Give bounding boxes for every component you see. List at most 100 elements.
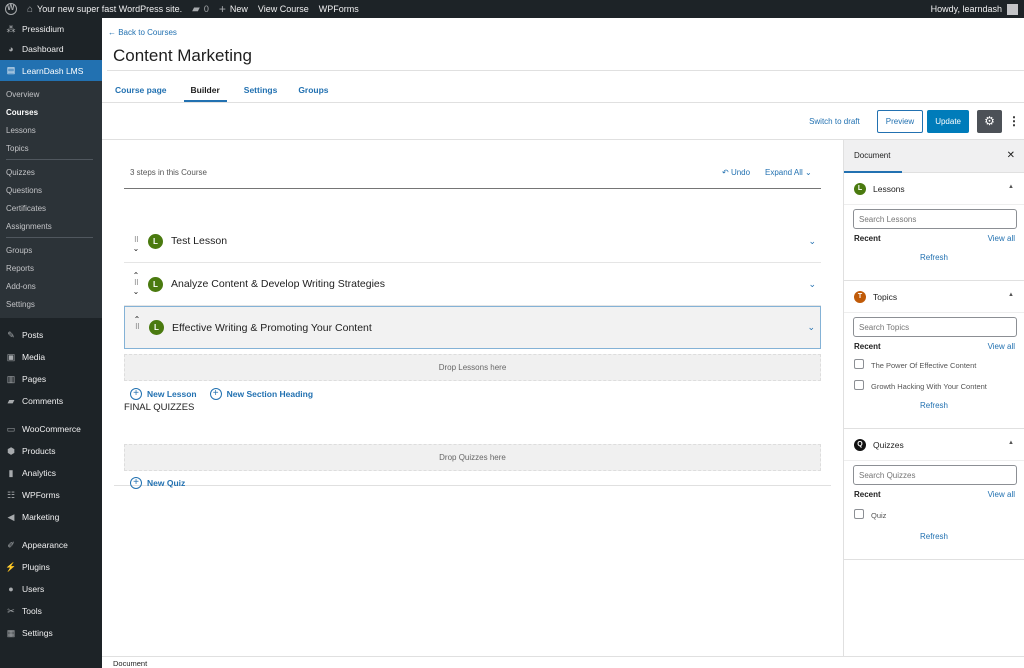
new-lesson-button[interactable]: + New Lesson bbox=[130, 388, 197, 400]
update-button[interactable]: Update bbox=[927, 109, 969, 133]
comments-link[interactable]: ▰ 0 bbox=[187, 0, 214, 18]
move-up-icon[interactable]: ⌃ bbox=[134, 315, 141, 324]
more-options-button[interactable]: ⋮ bbox=[1007, 114, 1021, 128]
settings-toggle-button[interactable]: ⚙ bbox=[977, 109, 1002, 133]
sidebar-item-users[interactable]: ● Users bbox=[0, 578, 102, 600]
expand-all-button[interactable]: Expand All ⌄ bbox=[765, 168, 812, 177]
back-to-courses-link[interactable]: ← Back to Courses bbox=[108, 28, 177, 37]
view-all-quizzes-link[interactable]: View all bbox=[988, 490, 1015, 499]
checkbox[interactable] bbox=[854, 380, 864, 390]
sidebar-item-woocommerce[interactable]: ▭ WooCommerce bbox=[0, 418, 102, 440]
drag-handle-icon[interactable]: ⠿ bbox=[135, 324, 140, 332]
new-quiz-button[interactable]: + New Quiz bbox=[130, 477, 185, 489]
sidebar-item-media[interactable]: ▣ Media bbox=[0, 346, 102, 368]
topics-panel-toggle[interactable]: T Topics ▲ bbox=[844, 281, 1024, 313]
comment-icon: ▰ bbox=[7, 395, 15, 406]
sidebar-item-pages[interactable]: ▥ Pages bbox=[0, 368, 102, 390]
tab-settings[interactable]: Settings bbox=[244, 78, 278, 100]
submenu-quizzes[interactable]: Quizzes bbox=[0, 163, 102, 181]
refresh-lessons-link[interactable]: Refresh bbox=[850, 243, 1018, 280]
switch-to-draft-button[interactable]: Switch to draft bbox=[809, 117, 860, 126]
lesson-title[interactable]: Analyze Content & Develop Writing Strate… bbox=[171, 278, 808, 290]
chevron-down-icon[interactable]: ⌄ bbox=[808, 279, 816, 290]
media-icon: ▣ bbox=[6, 351, 16, 362]
quizzes-panel-toggle[interactable]: Q Quizzes ▲ bbox=[844, 429, 1024, 461]
checkbox[interactable] bbox=[854, 359, 864, 369]
recent-label: Recent bbox=[854, 234, 881, 243]
new-content-link[interactable]: + New bbox=[214, 0, 253, 18]
submenu-topics[interactable]: Topics bbox=[0, 139, 102, 157]
topic-item[interactable]: The Power Of Effective Content bbox=[854, 359, 1015, 372]
lessons-panel-toggle[interactable]: L Lessons ▲ bbox=[844, 173, 1024, 205]
chevron-down-icon[interactable]: ⌄ bbox=[808, 236, 816, 247]
sidebar-item-pressidium[interactable]: ⁂ Pressidium bbox=[0, 20, 102, 38]
editor-main: ← Back to Courses Content Marketing Cour… bbox=[102, 18, 1024, 668]
sidebar-item-dashboard[interactable]: ◕ Dashboard bbox=[0, 38, 102, 60]
gear-icon: ⚙ bbox=[984, 114, 995, 128]
brush-icon: ✐ bbox=[7, 539, 15, 550]
pin-icon: ✎ bbox=[7, 329, 15, 340]
search-lessons-input[interactable] bbox=[853, 209, 1017, 229]
close-icon[interactable]: ✕ bbox=[1007, 150, 1015, 161]
lesson-badge: L bbox=[149, 320, 164, 335]
preview-button[interactable]: Preview bbox=[876, 109, 924, 133]
move-down-icon[interactable]: ⌄ bbox=[133, 288, 140, 296]
view-course-link[interactable]: View Course bbox=[253, 0, 314, 18]
submenu-questions[interactable]: Questions bbox=[0, 181, 102, 199]
checkbox[interactable] bbox=[854, 509, 864, 519]
sidebar-item-learndash[interactable]: ▤ LearnDash LMS bbox=[0, 60, 102, 81]
view-all-topics-link[interactable]: View all bbox=[988, 342, 1015, 351]
comment-icon: ▰ bbox=[192, 3, 200, 15]
refresh-quizzes-link[interactable]: Refresh bbox=[850, 522, 1018, 559]
submenu-courses[interactable]: Courses bbox=[0, 103, 102, 121]
submenu-reports[interactable]: Reports bbox=[0, 259, 102, 277]
sidebar-item-posts[interactable]: ✎ Posts bbox=[0, 324, 102, 346]
submenu-addons[interactable]: Add-ons bbox=[0, 277, 102, 295]
sidebar-item-marketing[interactable]: ◀ Marketing bbox=[0, 506, 102, 528]
undo-button[interactable]: ↶ Undo bbox=[722, 168, 750, 177]
avatar bbox=[1007, 3, 1018, 15]
final-quizzes-heading: FINAL QUIZZES bbox=[124, 402, 195, 413]
user-account-menu[interactable]: Howdy, learndash bbox=[931, 3, 1024, 15]
lesson-title[interactable]: Test Lesson bbox=[171, 235, 808, 247]
lesson-row[interactable]: ⌃ ⠿ ⌄ L Analyze Content & Develop Writin… bbox=[124, 263, 821, 306]
submenu-groups[interactable]: Groups bbox=[0, 241, 102, 259]
submenu-settings[interactable]: Settings bbox=[0, 295, 102, 313]
drop-quizzes-zone[interactable]: Drop Quizzes here bbox=[124, 444, 821, 471]
lesson-title[interactable]: Effective Writing & Promoting Your Conte… bbox=[172, 322, 807, 334]
sidebar-item-appearance[interactable]: ✐ Appearance bbox=[0, 534, 102, 556]
sidebar-item-wpforms[interactable]: ☷ WPForms bbox=[0, 484, 102, 506]
chevron-down-icon[interactable]: ⌄ bbox=[807, 322, 815, 333]
quiz-item[interactable]: Quiz bbox=[854, 509, 1015, 522]
drop-lessons-zone[interactable]: Drop Lessons here bbox=[124, 354, 821, 381]
search-topics-input[interactable] bbox=[853, 317, 1017, 337]
topic-item[interactable]: Growth Hacking With Your Content bbox=[854, 380, 1015, 393]
sidebar-item-tools[interactable]: ✂ Tools bbox=[0, 600, 102, 622]
sidebar-item-settings[interactable]: ▦ Settings bbox=[0, 622, 102, 644]
submenu-overview[interactable]: Overview bbox=[0, 85, 102, 103]
sidebar-item-products[interactable]: ⬢ Products bbox=[0, 440, 102, 462]
new-section-heading-button[interactable]: + New Section Heading bbox=[209, 388, 313, 400]
move-down-icon[interactable]: ⌄ bbox=[133, 245, 140, 253]
search-quizzes-input[interactable] bbox=[853, 465, 1017, 485]
course-builder: 3 steps in this Course ↶ Undo Expand All… bbox=[114, 140, 831, 489]
submenu-assignments[interactable]: Assignments bbox=[0, 217, 102, 235]
sidebar-item-analytics[interactable]: ▮ Analytics bbox=[0, 462, 102, 484]
tab-groups[interactable]: Groups bbox=[298, 78, 328, 100]
tab-builder[interactable]: Builder bbox=[183, 78, 228, 102]
wpforms-link[interactable]: WPForms bbox=[314, 0, 364, 18]
submenu-certificates[interactable]: Certificates bbox=[0, 199, 102, 217]
refresh-topics-link[interactable]: Refresh bbox=[850, 393, 1018, 428]
tab-document[interactable]: Document bbox=[844, 140, 902, 173]
lesson-row[interactable]: ⌃ ⠿ L Effective Writing & Promoting Your… bbox=[124, 306, 821, 349]
tab-course-page[interactable]: Course page bbox=[115, 78, 167, 100]
submenu-lessons[interactable]: Lessons bbox=[0, 121, 102, 139]
move-up-icon[interactable]: ⌃ bbox=[133, 272, 140, 280]
site-name-link[interactable]: ⌂ Your new super fast WordPress site. bbox=[22, 0, 187, 18]
view-all-lessons-link[interactable]: View all bbox=[988, 234, 1015, 243]
plug-icon: ⚡ bbox=[5, 561, 17, 572]
wordpress-logo-button[interactable] bbox=[0, 0, 22, 18]
lesson-row[interactable]: ⠿ ⌄ L Test Lesson ⌄ bbox=[124, 220, 821, 263]
sidebar-item-comments[interactable]: ▰ Comments bbox=[0, 390, 102, 412]
sidebar-item-plugins[interactable]: ⚡ Plugins bbox=[0, 556, 102, 578]
